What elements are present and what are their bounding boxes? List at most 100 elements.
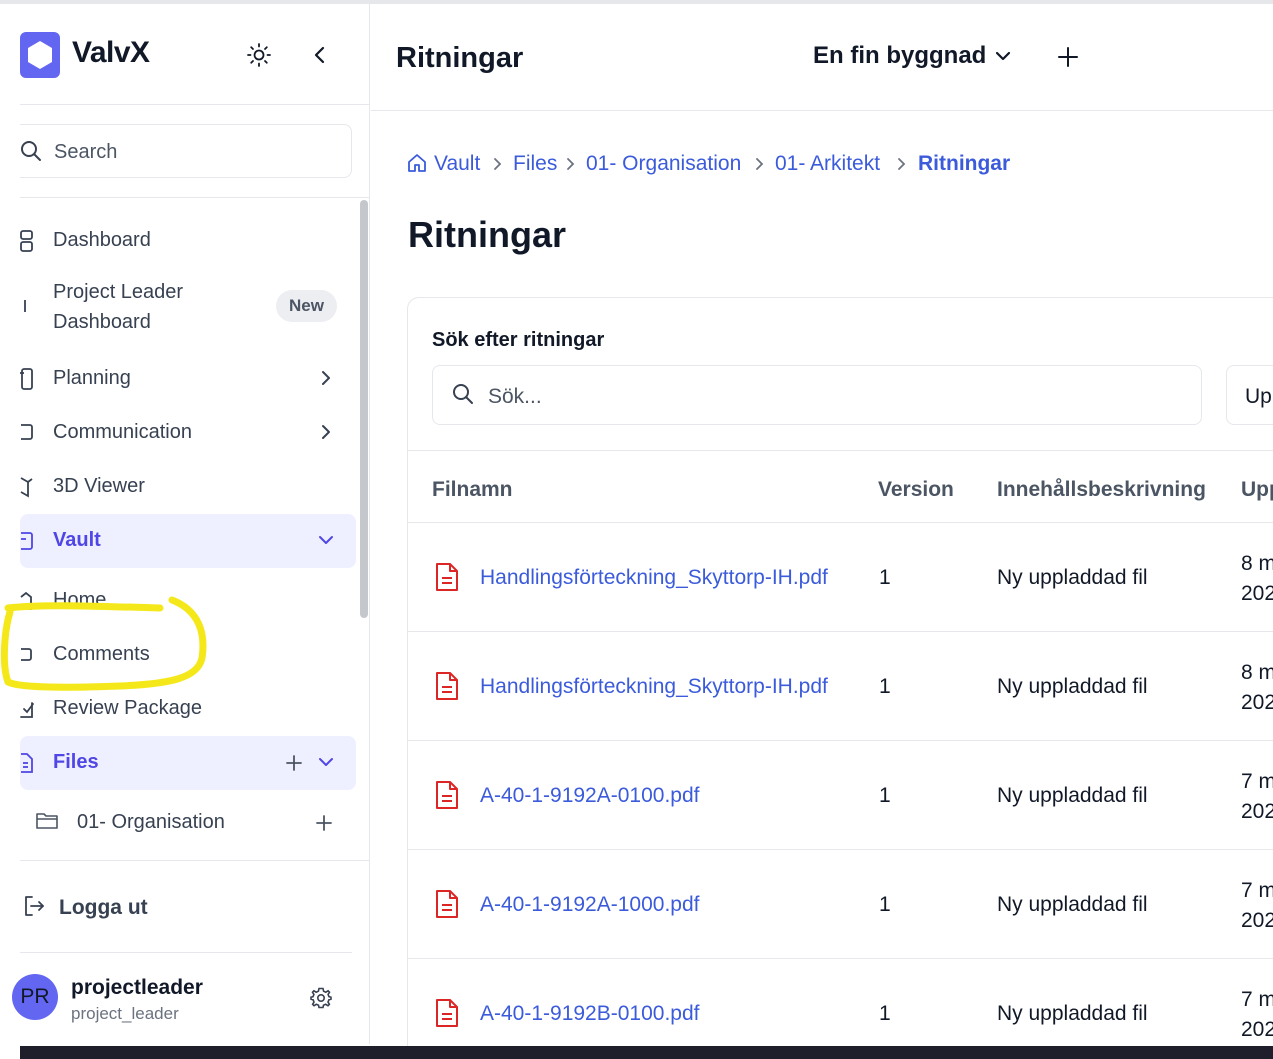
breadcrumb-organisation[interactable]: 01- Organisation [586, 152, 741, 176]
file-name-link[interactable]: A-40-1-9192A-1000.pdf [480, 893, 700, 917]
chevron-right-icon [756, 158, 764, 170]
sidebar-item-dashboard[interactable]: Dashboard [20, 214, 356, 268]
collapse-sidebar-chevron-left-icon[interactable] [307, 42, 333, 68]
file-description: Ny uppladdad fil [997, 566, 1148, 589]
add-project-plus-icon[interactable] [1055, 44, 1081, 70]
search-label: Sök efter ritningar [432, 329, 605, 351]
dashboard-icon [20, 230, 33, 252]
file-uploaded: 7 m [1241, 879, 1273, 902]
sidebar-item-label: Files [53, 751, 99, 773]
column-header-description[interactable]: Innehållsbeskrivning [997, 478, 1206, 502]
upload-button[interactable]: Up [1226, 365, 1273, 425]
drawings-search-input[interactable]: Sök... [432, 365, 1202, 425]
pdf-file-icon [436, 999, 458, 1027]
sidebar-item-review-package[interactable]: Review Package [20, 682, 356, 736]
file-version: 1 [879, 893, 891, 916]
breadcrumb-ritningar: Ritningar [918, 152, 1011, 175]
page-title: Ritningar [408, 214, 566, 255]
chevron-down-icon [319, 536, 333, 544]
chevron-right-icon [494, 158, 502, 170]
pdf-file-icon [436, 563, 458, 591]
table-row[interactable]: Handlingsförteckning_Skyttorp-IH.pdf 1 N… [408, 523, 1273, 632]
sidebar-search-input[interactable]: Search [20, 124, 352, 178]
review-check-icon [20, 702, 34, 718]
user-id: project_leader [71, 1004, 179, 1023]
sidebar-item-label: Comments [53, 643, 150, 665]
project-name: En fin byggnad [813, 42, 987, 69]
theme-toggle-sun-icon[interactable] [246, 42, 272, 68]
sidebar-item-label: 01- Organisation [77, 811, 225, 833]
add-subfolder-plus-icon[interactable] [315, 814, 333, 832]
file-name-link[interactable]: Handlingsförteckning_Skyttorp-IH.pdf [480, 566, 828, 590]
table-row[interactable]: A-40-1-9192A-0100.pdf 1 Ny uppladdad fil… [408, 741, 1273, 850]
gear-icon[interactable] [309, 986, 333, 1010]
file-name-link[interactable]: Handlingsförteckning_Skyttorp-IH.pdf [480, 675, 828, 699]
sidebar-item-project-leader-dashboard[interactable]: Project Leader Dashboard New [20, 270, 356, 340]
column-header-version[interactable]: Version [878, 478, 954, 502]
add-folder-plus-icon[interactable] [285, 754, 303, 772]
table-header: Filnamn Version Innehållsbeskrivning Upp [408, 450, 1273, 523]
chevron-right-icon [567, 158, 575, 170]
file-name-link[interactable]: A-40-1-9192A-0100.pdf [480, 784, 700, 808]
chevron-down-icon[interactable] [316, 752, 336, 772]
sidebar-item-3d-viewer[interactable]: 3D Viewer [20, 460, 356, 514]
table-row[interactable]: Handlingsförteckning_Skyttorp-IH.pdf 1 N… [408, 632, 1273, 741]
breadcrumb-vault[interactable]: Vault [434, 152, 480, 176]
file-uploaded: 8 m [1241, 661, 1273, 684]
file-uploaded-year: 202 [1241, 691, 1273, 714]
breadcrumb-arkitekt[interactable]: 01- Arkitekt [775, 152, 880, 176]
file-version: 1 [879, 566, 891, 589]
chart-bar-icon [24, 300, 26, 312]
table-row[interactable]: A-40-1-9192B-0100.pdf 1 Ny uppladdad fil… [408, 959, 1273, 1056]
sidebar-search-placeholder: Search [54, 141, 118, 163]
file-uploaded-year: 202 [1241, 582, 1273, 605]
sidebar-item-label: Dashboard [53, 229, 151, 251]
vault-icon [21, 532, 33, 550]
home-icon[interactable] [407, 153, 427, 173]
sidebar-item-label: Home [53, 589, 107, 611]
os-taskbar [20, 1046, 1273, 1059]
cube-icon [20, 477, 33, 498]
brand-bar: ValvX [20, 4, 370, 105]
communication-icon [21, 424, 33, 440]
brand-name: ValvX [72, 36, 150, 69]
sidebar-item-label: Project Leader [53, 281, 184, 303]
sidebar-item-planning[interactable]: Planning [20, 352, 356, 406]
file-uploaded-year: 202 [1241, 909, 1273, 932]
sidebar-item-communication[interactable]: Communication [20, 406, 356, 460]
sidebar-folder-01-organisation[interactable]: 01- Organisation [20, 796, 356, 850]
folder-icon [36, 813, 58, 829]
sidebar-item-label: Planning [53, 367, 131, 389]
drawings-search-placeholder: Sök... [488, 385, 542, 408]
avatar[interactable]: PR [12, 974, 58, 1020]
search-icon [453, 384, 473, 404]
sidebar-item-files[interactable]: Files [20, 736, 356, 790]
home-icon [20, 591, 32, 610]
breadcrumb-files[interactable]: Files [513, 152, 557, 176]
column-header-filename[interactable]: Filnamn [432, 478, 513, 502]
table-row[interactable]: A-40-1-9192A-1000.pdf 1 Ny uppladdad fil… [408, 850, 1273, 959]
user-name: projectleader [71, 976, 203, 999]
sidebar-item-vault-home[interactable]: Home [20, 574, 356, 628]
planning-icon [20, 368, 33, 390]
file-description: Ny uppladdad fil [997, 784, 1148, 807]
file-uploaded: 7 m [1241, 770, 1273, 793]
file-uploaded-year: 202 [1241, 1018, 1273, 1041]
file-uploaded: 8 m [1241, 552, 1273, 575]
logout-button[interactable]: Logga ut [20, 886, 220, 926]
sidebar-item-vault[interactable]: Vault [20, 514, 356, 568]
comment-icon [21, 648, 32, 661]
sidebar-item-comments[interactable]: Comments [20, 628, 356, 682]
column-header-uploaded[interactable]: Upp [1241, 478, 1273, 502]
chevron-right-icon [898, 158, 906, 170]
sidebar-item-label: Communication [53, 421, 192, 443]
sidebar-scrollbar-thumb[interactable] [360, 200, 368, 618]
file-version: 1 [879, 784, 891, 807]
header-title: Ritningar [396, 42, 524, 74]
user-divider [20, 952, 352, 953]
search-icon [21, 141, 41, 161]
file-name-link[interactable]: A-40-1-9192B-0100.pdf [480, 1002, 700, 1026]
drawings-card: Sök efter ritningar Sök... Up Filnamn Ve… [407, 297, 1273, 1057]
file-description: Ny uppladdad fil [997, 675, 1148, 698]
project-selector[interactable]: En fin byggnad [813, 42, 1011, 76]
